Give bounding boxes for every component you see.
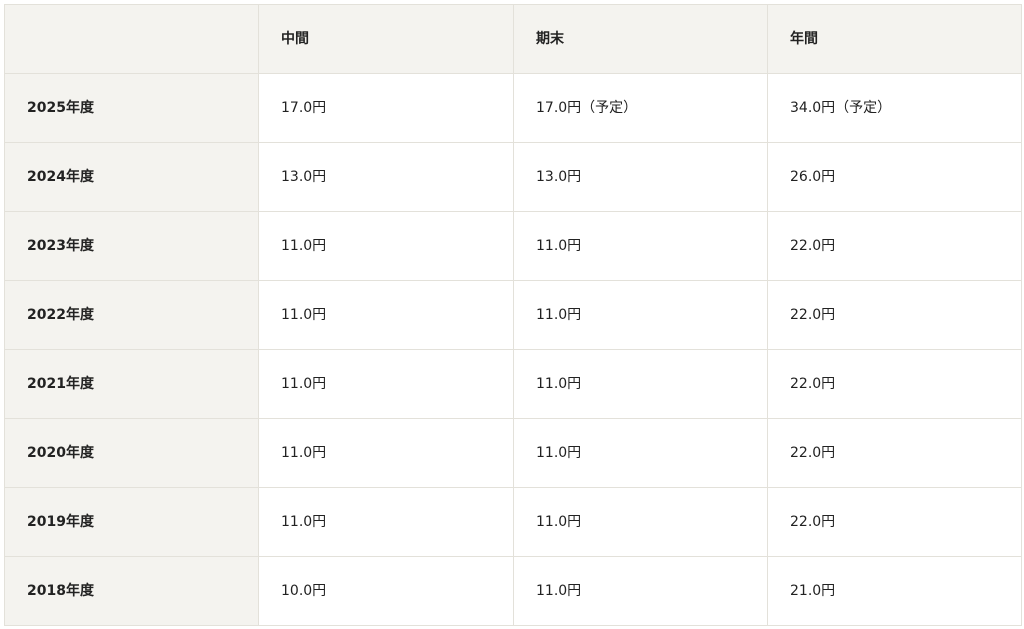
annual-dividend: 22.0円 — [767, 280, 1022, 350]
table-header: 中間 期末 年間 — [4, 4, 1022, 74]
year-end-dividend: 11.0円 — [513, 418, 768, 488]
header-year-end: 期末 — [513, 4, 768, 74]
table-row: 2023年度 11.0円 11.0円 22.0円 — [4, 211, 1022, 281]
interim-dividend: 11.0円 — [258, 211, 514, 281]
annual-dividend: 22.0円 — [767, 418, 1022, 488]
year-end-dividend: 17.0円（予定） — [513, 73, 768, 143]
interim-dividend: 17.0円 — [258, 73, 514, 143]
table-row: 2018年度 10.0円 11.0円 21.0円 — [4, 556, 1022, 626]
header-annual: 年間 — [767, 4, 1022, 74]
table-row: 2021年度 11.0円 11.0円 22.0円 — [4, 349, 1022, 419]
fiscal-year-label: 2021年度 — [4, 349, 259, 419]
fiscal-year-label: 2023年度 — [4, 211, 259, 281]
interim-dividend: 10.0円 — [258, 556, 514, 626]
fiscal-year-label: 2019年度 — [4, 487, 259, 557]
interim-dividend: 11.0円 — [258, 418, 514, 488]
annual-dividend: 26.0円 — [767, 142, 1022, 212]
interim-dividend: 11.0円 — [258, 280, 514, 350]
year-end-dividend: 11.0円 — [513, 211, 768, 281]
interim-dividend: 13.0円 — [258, 142, 514, 212]
table-body: 2025年度 17.0円 17.0円（予定） 34.0円（予定） 2024年度 … — [4, 73, 1022, 626]
fiscal-year-label: 2024年度 — [4, 142, 259, 212]
interim-dividend: 11.0円 — [258, 349, 514, 419]
table-row: 2020年度 11.0円 11.0円 22.0円 — [4, 418, 1022, 488]
fiscal-year-label: 2025年度 — [4, 73, 259, 143]
dividend-table: 中間 期末 年間 2025年度 17.0円 17.0円（予定） 34.0円（予定… — [4, 4, 1022, 626]
header-interim: 中間 — [258, 4, 514, 74]
header-row: 中間 期末 年間 — [4, 4, 1022, 74]
year-end-dividend: 11.0円 — [513, 556, 768, 626]
table-row: 2022年度 11.0円 11.0円 22.0円 — [4, 280, 1022, 350]
year-end-dividend: 11.0円 — [513, 487, 768, 557]
year-end-dividend: 11.0円 — [513, 349, 768, 419]
table-row: 2024年度 13.0円 13.0円 26.0円 — [4, 142, 1022, 212]
fiscal-year-label: 2018年度 — [4, 556, 259, 626]
annual-dividend: 22.0円 — [767, 487, 1022, 557]
fiscal-year-label: 2020年度 — [4, 418, 259, 488]
interim-dividend: 11.0円 — [258, 487, 514, 557]
year-end-dividend: 11.0円 — [513, 280, 768, 350]
annual-dividend: 21.0円 — [767, 556, 1022, 626]
table-row: 2025年度 17.0円 17.0円（予定） 34.0円（予定） — [4, 73, 1022, 143]
annual-dividend: 22.0円 — [767, 211, 1022, 281]
annual-dividend: 34.0円（予定） — [767, 73, 1022, 143]
year-end-dividend: 13.0円 — [513, 142, 768, 212]
fiscal-year-label: 2022年度 — [4, 280, 259, 350]
table-row: 2019年度 11.0円 11.0円 22.0円 — [4, 487, 1022, 557]
annual-dividend: 22.0円 — [767, 349, 1022, 419]
header-corner-cell — [4, 4, 259, 74]
